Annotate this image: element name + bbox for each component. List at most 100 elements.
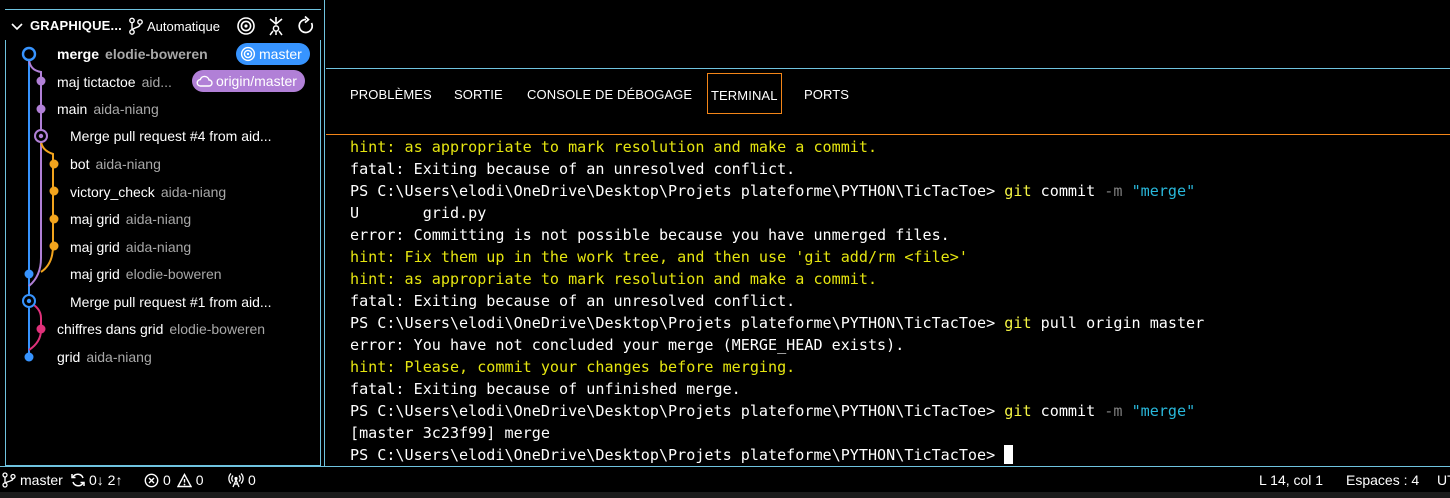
commit-message: victory_check	[70, 184, 155, 200]
broadcast-icon	[228, 473, 244, 488]
terminal-line: fatal: Exiting because of unfinished mer…	[350, 380, 741, 398]
cloud-icon	[196, 75, 213, 87]
tab-output[interactable]: SORTIE	[454, 87, 503, 102]
terminal-line: error: Committing is not possible becaus…	[350, 226, 950, 244]
commit-message: bot	[70, 156, 90, 172]
graph-node	[49, 159, 59, 169]
command-args: commit	[1040, 402, 1096, 420]
commit-row[interactable]: Merge pull request #4 from aid...	[70, 124, 272, 148]
commit-row[interactable]: maj grid aida-niang	[70, 235, 191, 259]
commit-author: aida-niang	[86, 349, 152, 365]
commit-message: merge	[57, 46, 100, 62]
ports-count: 0	[248, 472, 256, 488]
command-flag: -m	[1104, 402, 1123, 420]
commit-row[interactable]: chiffres dans grid elodie-boweren	[57, 317, 265, 341]
sync-icon	[71, 473, 85, 487]
warning-count: 0	[195, 472, 204, 488]
graph-lane-purple	[28, 57, 42, 287]
commit-message: grid	[57, 349, 81, 365]
graph-node	[49, 186, 59, 196]
terminal-input-line[interactable]: PS C:\Users\elodi\OneDrive\Desktop\Proje…	[350, 444, 1014, 466]
graph-node	[36, 104, 46, 114]
commit-author: elodie-boweren	[125, 266, 222, 282]
terminal-cursor	[1004, 445, 1014, 464]
commit-author: aida-niang	[93, 101, 159, 117]
graph-node-head	[21, 46, 37, 62]
badge-label: origin/master	[216, 73, 297, 89]
commit-author: aid...	[141, 74, 172, 90]
terminal-line: fatal: Exiting because of an unresolved …	[350, 292, 796, 310]
status-sync[interactable]: 0↓ 2↑	[70, 472, 122, 488]
command-name: git	[1004, 314, 1032, 332]
terminal-prompt: PS C:\Users\elodi\OneDrive\Desktop\Proje…	[350, 402, 996, 420]
command-flag: -m	[1104, 182, 1123, 200]
badge-label: master	[259, 46, 302, 62]
commit-message: maj tictactoe	[57, 74, 136, 90]
terminal-command-line: PS C:\Users\elodi\OneDrive\Desktop\Proje…	[350, 180, 1195, 202]
window-bottom-edge	[0, 492, 1450, 498]
command-args: pull origin master	[1040, 314, 1205, 332]
warning-icon	[176, 472, 192, 487]
commit-author: aida-niang	[125, 211, 192, 227]
commit-author: aida-niang	[160, 184, 227, 200]
terminal-line: [master 3c23f99] merge	[350, 424, 550, 442]
graph-node	[49, 241, 59, 251]
graph-node-merge-dot	[38, 133, 44, 139]
command-name: git	[1004, 402, 1032, 420]
branch-badge-origin-master: origin/master	[192, 70, 305, 92]
terminal-prompt: PS C:\Users\elodi\OneDrive\Desktop\Proje…	[350, 446, 996, 464]
terminal-output[interactable]: hint: as appropriate to mark resolution …	[350, 136, 1440, 466]
command-string: "merge"	[1131, 182, 1196, 200]
branch-name: master	[20, 472, 63, 488]
tab-debug-console[interactable]: CONSOLE DE DÉBOGAGE	[527, 87, 692, 102]
graph-node-merge-dot	[26, 298, 32, 304]
commit-message: maj grid	[70, 266, 120, 282]
terminal-line: hint: as appropriate to mark resolution …	[350, 138, 878, 156]
terminal-line: error: You have not concluded your merge…	[350, 336, 905, 354]
status-problems[interactable]: 0 0	[144, 472, 204, 488]
command-name: git	[1004, 182, 1032, 200]
terminal-line: hint: as appropriate to mark resolution …	[350, 270, 878, 288]
graph-node	[24, 269, 34, 279]
tab-problems[interactable]: PROBLÈMES	[350, 87, 432, 102]
status-indentation[interactable]: Espaces : 4	[1346, 472, 1419, 488]
terminal-line: hint: Fix them up in the work tree, and …	[350, 248, 968, 266]
graph-node	[36, 76, 46, 86]
commit-message: maj grid	[70, 211, 120, 227]
commit-row[interactable]: victory_check aida-niang	[70, 180, 226, 204]
commit-message: Merge pull request #4 from aid...	[70, 128, 272, 144]
commit-row[interactable]: maj grid aida-niang	[70, 207, 191, 231]
status-ports[interactable]: 0	[228, 472, 256, 488]
terminal-command-line: PS C:\Users\elodi\OneDrive\Desktop\Proje…	[350, 312, 1204, 334]
tab-ports[interactable]: PORTS	[804, 87, 849, 102]
terminal-prompt: PS C:\Users\elodi\OneDrive\Desktop\Proje…	[350, 182, 996, 200]
tab-terminal[interactable]: TERMINAL	[707, 73, 782, 114]
command-string: "merge"	[1131, 402, 1196, 420]
error-icon	[144, 473, 159, 487]
terminal-line: hint: Please, commit your changes before…	[350, 358, 796, 376]
sync-counts: 0↓ 2↑	[89, 472, 123, 488]
bottom-panel: PROBLÈMES SORTIE CONSOLE DE DÉBOGAGE TER…	[326, 68, 1450, 466]
commit-row[interactable]: Merge pull request #1 from aid...	[70, 290, 272, 314]
commit-author: elodie-boweren	[105, 46, 208, 62]
commit-author: elodie-boweren	[169, 321, 266, 337]
branch-icon	[2, 472, 16, 488]
commit-row[interactable]: bot aida-niang	[70, 152, 161, 176]
panel-tab-bar: PROBLÈMES SORTIE CONSOLE DE DÉBOGAGE TER…	[326, 69, 1450, 135]
status-encoding[interactable]: UTF-8	[1437, 472, 1450, 488]
status-cursor-position[interactable]: L 14, col 1	[1259, 472, 1323, 488]
graph-node	[49, 214, 59, 224]
target-icon	[240, 46, 256, 62]
branch-badge-master: master	[236, 43, 310, 65]
commit-row[interactable]: maj tictactoe aid...	[57, 70, 172, 94]
commit-message: maj grid	[70, 239, 120, 255]
status-branch[interactable]: master	[2, 472, 63, 488]
graph-lane-orange	[40, 139, 54, 273]
error-count: 0	[163, 472, 171, 488]
graph-node	[24, 352, 34, 362]
commit-row[interactable]: grid aida-niang	[57, 345, 152, 369]
commit-row[interactable]: merge elodie-boweren	[57, 42, 208, 66]
commit-row[interactable]: main aida-niang	[57, 97, 159, 121]
commit-message: Merge pull request #1 from aid...	[70, 294, 272, 310]
commit-row[interactable]: maj grid elodie-boweren	[70, 262, 222, 286]
